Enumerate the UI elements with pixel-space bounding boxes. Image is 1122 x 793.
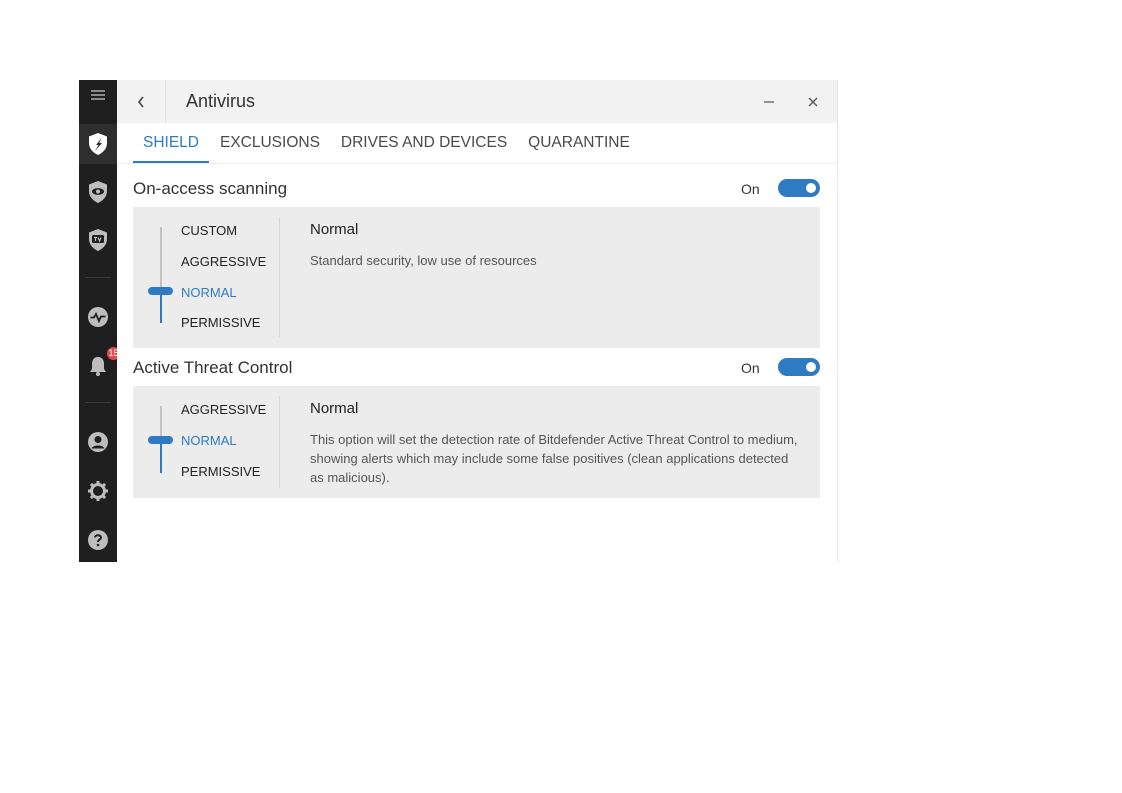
on-access-slider-track[interactable] bbox=[160, 227, 162, 323]
sidebar-item-activity[interactable] bbox=[79, 297, 117, 337]
atc-toggle-label: On bbox=[741, 360, 760, 376]
level-permissive[interactable]: PERMISSIVE bbox=[181, 315, 260, 330]
user-icon bbox=[88, 432, 108, 452]
tab-exclusions[interactable]: EXCLUSIONS bbox=[210, 123, 330, 164]
active-threat-control-title: Active Threat Control bbox=[133, 358, 293, 377]
notification-wrapper: 15 bbox=[87, 347, 120, 377]
panel-divider bbox=[279, 217, 280, 337]
minimize-button[interactable] bbox=[754, 87, 784, 117]
close-button[interactable] bbox=[798, 87, 828, 117]
on-access-slider-thumb[interactable] bbox=[148, 287, 173, 295]
help-icon bbox=[88, 530, 108, 550]
back-button[interactable] bbox=[117, 80, 166, 123]
activity-icon bbox=[88, 307, 108, 327]
sidebar-divider bbox=[85, 277, 111, 278]
slider-fill bbox=[160, 439, 162, 473]
bell-icon bbox=[90, 357, 106, 376]
toggle-knob bbox=[806, 183, 816, 193]
shield-icon bbox=[89, 133, 107, 155]
sidebar-item-account[interactable] bbox=[79, 422, 117, 462]
level-normal[interactable]: NORMAL bbox=[181, 285, 237, 300]
level-aggressive[interactable]: AGGRESSIVE bbox=[181, 402, 266, 417]
level-aggressive[interactable]: AGGRESSIVE bbox=[181, 254, 266, 269]
sidebar-item-notifications[interactable]: 15 bbox=[79, 346, 120, 386]
on-access-toggle-label: On bbox=[741, 181, 760, 197]
sidebar-item-tv-shield[interactable] bbox=[79, 220, 117, 260]
tab-quarantine[interactable]: QUARANTINE bbox=[518, 123, 640, 164]
sidebar-item-privacy[interactable] bbox=[79, 172, 117, 212]
level-permissive[interactable]: PERMISSIVE bbox=[181, 464, 260, 479]
on-access-level-description: Standard security, low use of resources bbox=[310, 253, 537, 268]
sidebar-item-protection[interactable] bbox=[79, 124, 117, 164]
level-custom[interactable]: CUSTOM bbox=[181, 223, 237, 238]
back-icon bbox=[137, 96, 144, 107]
menu-icon bbox=[91, 90, 105, 100]
menu-button[interactable] bbox=[79, 80, 117, 110]
sidebar: 15 bbox=[79, 80, 120, 562]
tab-bar: SHIELD EXCLUSIONS DRIVES AND DEVICES QUA… bbox=[133, 123, 641, 164]
on-access-panel: CUSTOM AGGRESSIVE NORMAL PERMISSIVE Norm… bbox=[133, 207, 820, 348]
title-bar: Antivirus bbox=[117, 80, 837, 123]
tv-shield-icon bbox=[89, 229, 107, 251]
atc-slider-thumb[interactable] bbox=[148, 436, 173, 444]
atc-toggle[interactable] bbox=[778, 358, 820, 376]
close-icon bbox=[808, 97, 818, 107]
atc-level-title: Normal bbox=[310, 400, 359, 417]
eye-icon bbox=[89, 181, 107, 203]
on-access-level-title: Normal bbox=[310, 221, 359, 238]
level-normal[interactable]: NORMAL bbox=[181, 433, 237, 448]
app-window: 15 Antivirus SHIELD EXCLUSIONS DRIVES AN… bbox=[79, 80, 838, 562]
sidebar-divider bbox=[85, 402, 111, 403]
slider-fill bbox=[160, 291, 162, 323]
tab-drives-and-devices[interactable]: DRIVES AND DEVICES bbox=[331, 123, 517, 164]
minimize-icon bbox=[764, 101, 774, 103]
sidebar-item-settings[interactable] bbox=[79, 471, 117, 511]
toggle-knob bbox=[806, 362, 816, 372]
on-access-toggle[interactable] bbox=[778, 179, 820, 197]
gear-icon bbox=[88, 481, 108, 501]
tabs-divider bbox=[117, 163, 837, 164]
tab-shield[interactable]: SHIELD bbox=[133, 123, 209, 164]
on-access-scanning-title: On-access scanning bbox=[133, 179, 288, 198]
page-title: Antivirus bbox=[186, 91, 256, 111]
sidebar-item-help[interactable] bbox=[79, 520, 117, 560]
panel-divider bbox=[279, 396, 280, 488]
atc-level-description: This option will set the detection rate … bbox=[310, 432, 798, 485]
atc-panel: AGGRESSIVE NORMAL PERMISSIVE Normal This… bbox=[133, 386, 820, 498]
main-content: Antivirus SHIELD EXCLUSIONS DRIVES AND D… bbox=[117, 80, 838, 562]
